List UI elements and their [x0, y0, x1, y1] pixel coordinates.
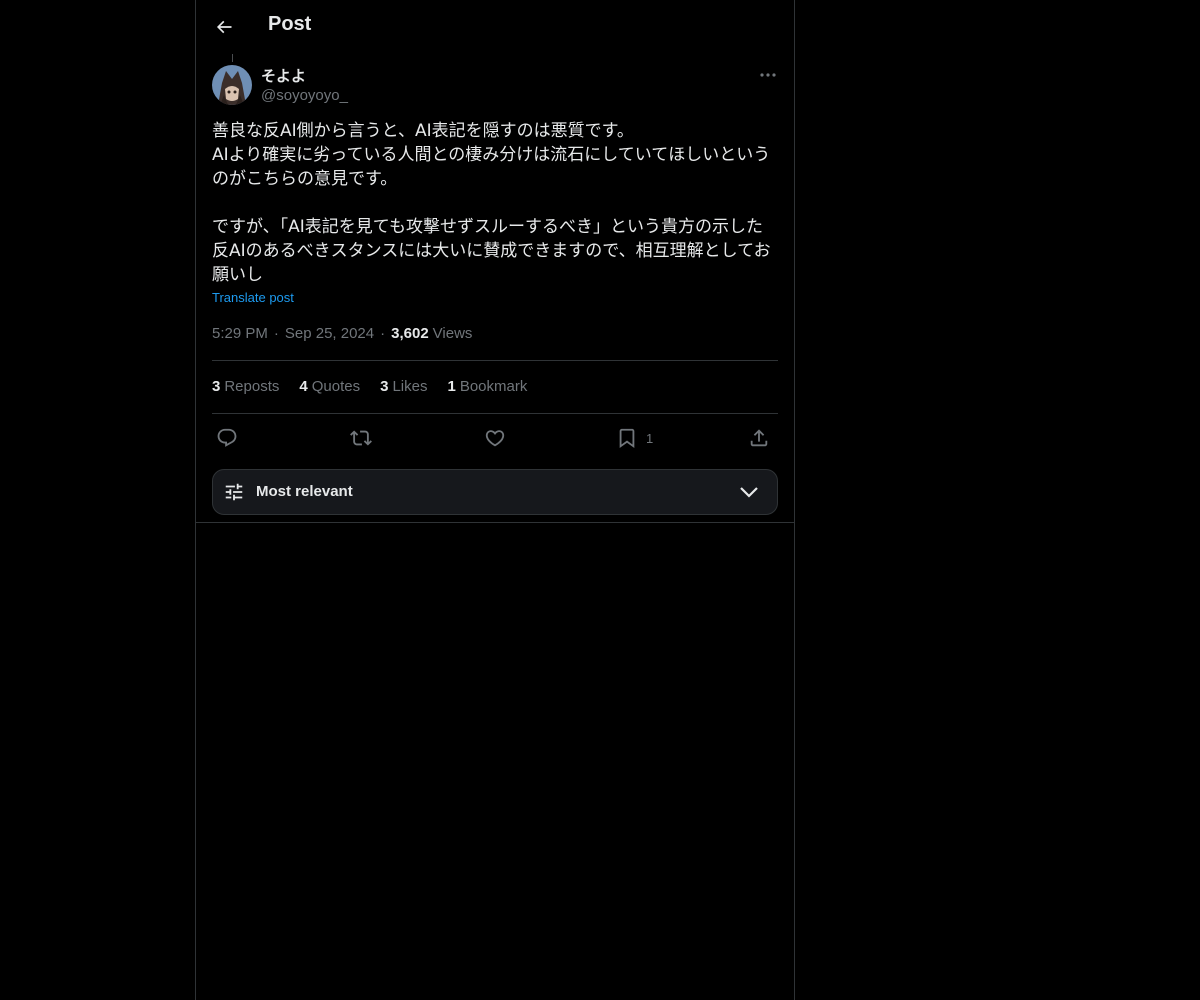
bookmark-button[interactable]: 1	[616, 423, 653, 453]
back-arrow-icon	[214, 17, 234, 37]
action-bar: 1	[212, 423, 778, 453]
author-handle[interactable]: @soyoyoyo_	[261, 87, 348, 104]
reposts-label: Reposts	[224, 378, 280, 395]
sort-replies-dropdown[interactable]: Most relevant	[212, 469, 778, 515]
post-text: 善良な反AI側から言うと、AI表記を隠すのは悪質です。 AIより確実に劣っている…	[212, 121, 771, 285]
likes-count: 3	[380, 378, 389, 395]
author-display-name[interactable]: そよよ	[261, 65, 306, 86]
more-options-button[interactable]	[756, 65, 780, 85]
top-bar: Post	[196, 0, 794, 54]
views-label: Views	[432, 325, 473, 342]
sort-label: Most relevant	[256, 483, 353, 500]
bookmarks-label: Bookmark	[459, 378, 528, 395]
avatar[interactable]	[212, 65, 252, 105]
quotes-label: Quotes	[311, 378, 361, 395]
page-title: Post	[268, 13, 312, 35]
quotes-stat[interactable]: 4 Quotes	[299, 378, 360, 395]
post-time[interactable]: 5:29 PM	[212, 325, 268, 342]
divider	[212, 413, 778, 414]
bookmarks-stat[interactable]: 1 Bookmark	[447, 378, 527, 395]
post-meta: 5:29 PM · Sep 25, 2024 · 3,602 Views	[212, 325, 472, 342]
back-button[interactable]	[208, 11, 240, 43]
repost-icon	[350, 427, 372, 449]
reposts-stat[interactable]: 3 Reposts	[212, 378, 279, 395]
reply-icon	[216, 427, 238, 449]
views-count: 3,602	[391, 325, 429, 342]
post-date[interactable]: Sep 25, 2024	[285, 325, 374, 342]
divider	[212, 360, 778, 361]
more-dots-icon	[760, 73, 776, 77]
divider	[196, 522, 794, 523]
tune-icon	[223, 481, 245, 503]
meta-separator: ·	[380, 325, 386, 342]
heart-icon	[484, 427, 506, 449]
quotes-count: 4	[299, 378, 308, 395]
main-column: Post そよよ @soyoyoyo_ 善良な反AI側から言うと、AI表記を隠す…	[195, 0, 795, 1000]
share-button[interactable]	[748, 423, 770, 453]
likes-label: Likes	[392, 378, 428, 395]
engagement-stats: 3 Reposts 4 Quotes 3 Likes 1 Bookmark	[212, 378, 527, 395]
likes-stat[interactable]: 3 Likes	[380, 378, 427, 395]
chevron-down-icon	[738, 483, 760, 501]
reposts-count: 3	[212, 378, 221, 395]
repost-button[interactable]	[350, 423, 372, 453]
thread-connector	[232, 54, 233, 62]
bookmarks-count: 1	[447, 378, 456, 395]
like-button[interactable]	[484, 423, 506, 453]
reply-button[interactable]	[216, 423, 238, 453]
bookmark-icon	[616, 427, 638, 449]
translate-post-link[interactable]: Translate post	[212, 290, 294, 305]
share-icon	[748, 427, 770, 449]
meta-separator: ·	[273, 325, 279, 342]
bookmark-count: 1	[646, 430, 654, 446]
